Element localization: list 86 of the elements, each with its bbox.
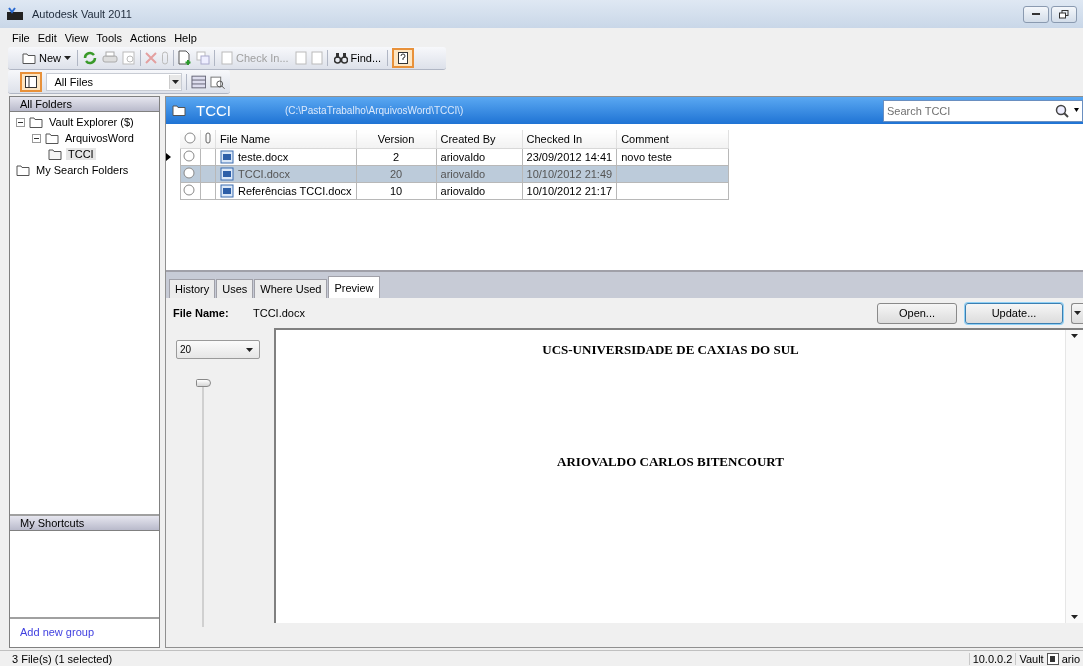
minimize-button[interactable] [1023,5,1049,23]
column-header[interactable]: Version [356,130,436,148]
minimize-icon [1032,12,1040,16]
document-heading: ARIOVALDO CARLOS BITENCOURT [557,454,784,470]
tab[interactable]: Uses [216,279,254,298]
app-logo-icon [6,7,24,21]
caret-icon [1074,311,1081,315]
dropdown-caret-icon [171,79,179,84]
delete-icon[interactable] [145,52,157,64]
view-dropdown[interactable]: All Files [45,72,182,91]
table-cell: teste.docx [238,150,289,163]
menu-item[interactable]: Help [174,31,197,44]
word-document-icon [220,183,234,198]
minus-icon [34,135,39,141]
action-button[interactable]: Open... [877,302,957,324]
folder-path: (C:\PastaTrabalho\ArquivosWord\TCCI\) [285,105,464,116]
menu-item[interactable]: File [12,31,30,44]
printer-icon[interactable] [102,51,118,65]
caret-icon [64,56,71,60]
panel-icon [24,75,37,88]
new-file-icon[interactable] [178,50,192,66]
window-title: Autodesk Vault 2011 [32,8,132,20]
scroll-down-icon [1071,615,1078,619]
dropdown-button[interactable] [1071,302,1083,324]
pane-header: All Folders [10,97,159,112]
tab[interactable]: History [169,279,216,298]
find-button[interactable]: Find... [331,48,384,68]
restore-button[interactable] [1051,5,1077,23]
zoom-slider-thumb[interactable] [196,379,211,387]
collapse-toggle[interactable] [16,117,25,127]
folder-icon [16,164,30,176]
tab[interactable]: Where Used [254,279,328,298]
word-document-icon [220,166,234,181]
panel-toggle-button[interactable] [20,71,42,92]
column-header[interactable]: Created By [436,130,522,148]
user-icon [1046,652,1059,665]
document-heading: UCS-UNIVERSIDADE DE CAXIAS DO SUL [542,342,799,358]
scroll-up-icon [1071,334,1078,338]
table-cell: Referências TCCI.docx [238,184,352,197]
paperclip-icon[interactable] [161,51,169,65]
status-text: 3 File(s) (1 selected) [12,652,113,665]
search-folder-icon[interactable] [210,73,226,90]
tab[interactable]: Preview [328,276,380,298]
restore-icon [1059,9,1069,19]
menu-item[interactable]: Actions [130,31,167,44]
caret-icon [246,347,253,352]
folder-tree-item[interactable]: My Search Folders [34,164,131,176]
user-name: ario [1060,652,1081,665]
file-name-value: TCCI.docx [253,307,305,319]
status-circle-icon [184,131,196,144]
collapse-toggle[interactable] [32,133,41,143]
word-document-icon [220,149,234,164]
action-button[interactable]: Update... [965,302,1063,324]
add-group-link[interactable]: Add new group [10,619,159,647]
minus-icon [18,119,23,125]
menu-item[interactable]: Tools [96,31,123,44]
binoculars-icon [333,52,348,64]
folder-tree-item[interactable]: TCCI [66,148,96,160]
new-button[interactable]: New [20,48,73,68]
folder-title: TCCI [196,102,231,119]
list-view-icon[interactable] [190,74,207,89]
folder-icon [172,105,186,116]
folder-icon [29,116,43,128]
pane-header: My Shortcuts [10,516,159,531]
folder-icon [22,52,36,64]
help-icon [398,52,409,64]
help-button[interactable] [392,48,415,68]
vault-name: Vault [1015,652,1047,665]
column-header[interactable]: File Name [215,130,356,148]
search-field[interactable]: Search TCCI [883,99,1083,122]
folder-tree-item[interactable]: Vault Explorer ($) [47,116,136,128]
folder-tree-item[interactable]: ArquivosWord [63,132,136,144]
column-header[interactable]: Comment [616,130,729,148]
server-address: 10.0.0.2 [968,652,1016,665]
column-header[interactable]: Checked In [522,130,617,148]
zoom-dropdown[interactable]: 20 [176,340,260,359]
table-cell: TCCI.docx [238,167,290,180]
vertical-scrollbar[interactable] [1065,330,1083,623]
file-name-label: File Name: [173,307,230,319]
open-folder-icon [48,148,62,160]
document-icon [221,51,233,65]
refresh-icon[interactable] [82,50,98,66]
menu-item[interactable]: View [64,31,89,44]
paperclip-icon [205,131,211,144]
folder-icon [45,132,59,144]
menu-item[interactable]: Edit [37,31,57,44]
